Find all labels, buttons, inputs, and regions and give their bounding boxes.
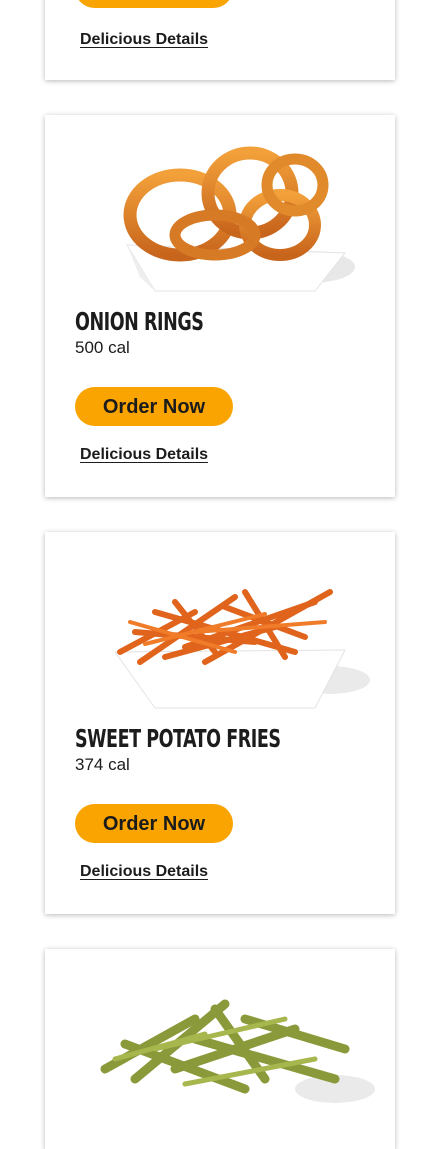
- delicious-details-link[interactable]: Delicious Details: [80, 31, 208, 49]
- menu-item-card: SWEET POTATO FRIES 374 cal Order Now Del…: [45, 532, 395, 914]
- delicious-details-link[interactable]: Delicious Details: [80, 446, 208, 464]
- item-calories: 500 cal: [75, 338, 130, 357]
- order-now-button[interactable]: [75, 0, 233, 8]
- menu-item-card: ONION RINGS 500 cal Order Now Delicious …: [45, 115, 395, 497]
- order-now-button[interactable]: Order Now: [75, 387, 233, 426]
- item-name: SWEET POTATO FRIES: [75, 724, 281, 753]
- item-name: ONION RINGS: [75, 307, 204, 336]
- menu-item-card: [45, 949, 395, 1149]
- onion-rings-image[interactable]: [45, 115, 395, 300]
- menu-item-card: Delicious Details: [45, 0, 395, 80]
- order-now-button[interactable]: Order Now: [75, 804, 233, 843]
- green-bean-fries-image[interactable]: [45, 949, 395, 1134]
- delicious-details-link[interactable]: Delicious Details: [80, 863, 208, 881]
- item-calories: 374 cal: [75, 755, 130, 774]
- sweet-potato-fries-image[interactable]: [45, 532, 395, 717]
